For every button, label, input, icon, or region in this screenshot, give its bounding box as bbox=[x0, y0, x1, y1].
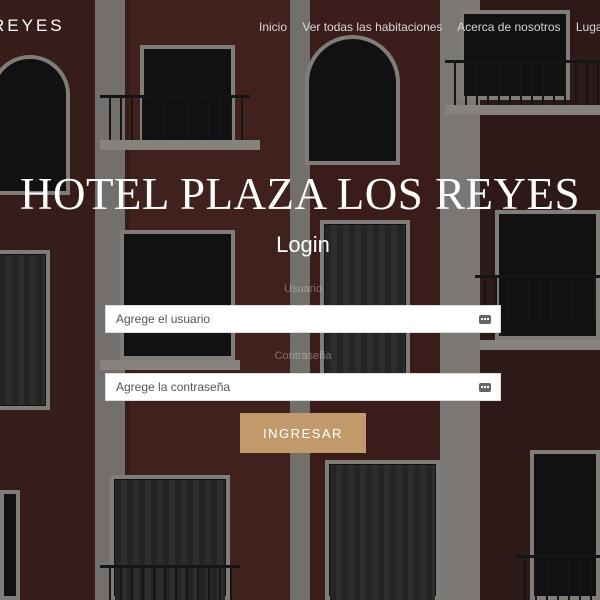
dark-overlay bbox=[0, 0, 600, 600]
password-field[interactable] bbox=[105, 373, 501, 401]
login-submit-button[interactable]: INGRESAR bbox=[240, 413, 366, 453]
username-input[interactable] bbox=[106, 306, 500, 332]
password-input[interactable] bbox=[106, 374, 500, 400]
username-field[interactable] bbox=[105, 305, 501, 333]
autofill-key-icon[interactable] bbox=[479, 315, 491, 324]
login-title: Login bbox=[276, 232, 330, 257]
hotel-title: HOTEL PLAZA LOS REYES bbox=[19, 169, 581, 219]
nav-link-acerca[interactable]: Acerca de nosotros bbox=[457, 20, 560, 34]
password-label: Contraseña bbox=[274, 350, 332, 362]
nav-link-lugares[interactable]: Lugares a bbox=[576, 20, 600, 34]
top-navbar: REYES Inicio Ver todas las habitaciones … bbox=[0, 0, 600, 52]
username-label: Usuario bbox=[284, 283, 322, 295]
nav-links: Inicio Ver todas las habitaciones Acerca… bbox=[259, 20, 600, 34]
autofill-key-icon[interactable] bbox=[479, 383, 491, 392]
nav-link-inicio[interactable]: Inicio bbox=[259, 20, 287, 34]
nav-link-habitaciones[interactable]: Ver todas las habitaciones bbox=[302, 20, 442, 34]
brand-logo-text[interactable]: REYES bbox=[0, 16, 65, 36]
